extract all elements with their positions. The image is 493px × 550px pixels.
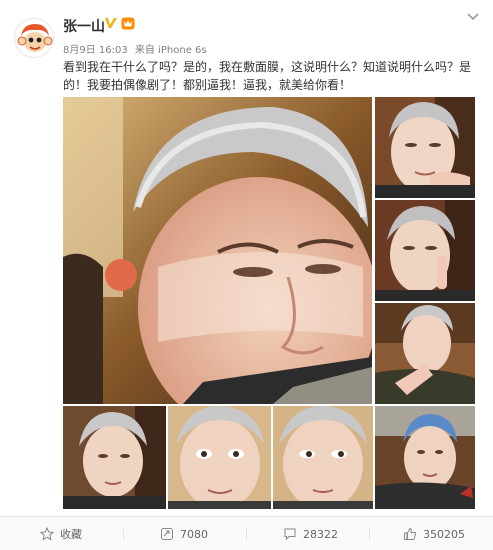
favorite-label: 收藏 bbox=[60, 528, 82, 541]
divider bbox=[123, 527, 124, 541]
photo-5[interactable] bbox=[63, 406, 166, 509]
photo-2[interactable] bbox=[375, 97, 475, 198]
photo-face-mask-image bbox=[375, 406, 475, 509]
vip-crown-icon[interactable] bbox=[121, 17, 135, 30]
star-icon bbox=[40, 527, 54, 541]
post-meta: 8月9日 16:03 来自 iPhone 6s bbox=[63, 41, 207, 56]
photo-face-mask-image bbox=[63, 406, 166, 509]
like-button[interactable]: 350205 bbox=[403, 517, 465, 550]
photo-face-mask-image bbox=[273, 406, 373, 509]
monkey-avatar-icon bbox=[17, 21, 53, 57]
repost-button[interactable]: 7080 bbox=[160, 517, 208, 550]
divider bbox=[246, 527, 247, 541]
photo-face-mask-image bbox=[168, 406, 271, 509]
photo-face-mask-image bbox=[63, 97, 372, 404]
favorite-button[interactable]: 收藏 bbox=[40, 517, 82, 550]
weibo-post-card: 张一山 8月9日 16:03 来自 iPhone 6s 看到我在干什么了吗？是的… bbox=[0, 0, 493, 550]
photo-face-mask-image bbox=[375, 200, 475, 301]
photo-face-mask-image bbox=[375, 303, 475, 404]
thumbs-up-icon bbox=[404, 527, 417, 540]
photo-7[interactable] bbox=[273, 406, 373, 509]
post-text: 看到我在干什么了吗？是的，我在敷面膜，这说明什么？知道说明什么吗？是的！我要拍偶… bbox=[63, 60, 472, 92]
divider bbox=[369, 527, 370, 541]
photo-face-mask-image bbox=[375, 97, 475, 198]
username[interactable]: 张一山 bbox=[63, 16, 105, 36]
photo-1[interactable] bbox=[63, 97, 372, 404]
photo-6[interactable] bbox=[168, 406, 271, 509]
comment-button[interactable]: 28322 bbox=[283, 517, 338, 550]
verified-badge-icon bbox=[105, 18, 117, 28]
photo-3[interactable] bbox=[375, 200, 475, 301]
post-timestamp[interactable]: 8月9日 16:03 bbox=[63, 45, 128, 56]
repost-icon bbox=[161, 528, 173, 540]
chevron-down-icon[interactable] bbox=[466, 12, 480, 22]
like-count: 350205 bbox=[423, 527, 465, 541]
repost-count: 7080 bbox=[180, 527, 208, 541]
comment-count: 28322 bbox=[303, 527, 338, 541]
post-action-bar: 收藏 7080 28322 350205 bbox=[0, 516, 493, 550]
user-avatar[interactable] bbox=[14, 18, 54, 58]
photo-8[interactable] bbox=[375, 406, 475, 509]
photo-4[interactable] bbox=[375, 303, 475, 404]
post-source: 来自 iPhone 6s bbox=[134, 45, 207, 56]
comment-icon bbox=[284, 528, 296, 541]
